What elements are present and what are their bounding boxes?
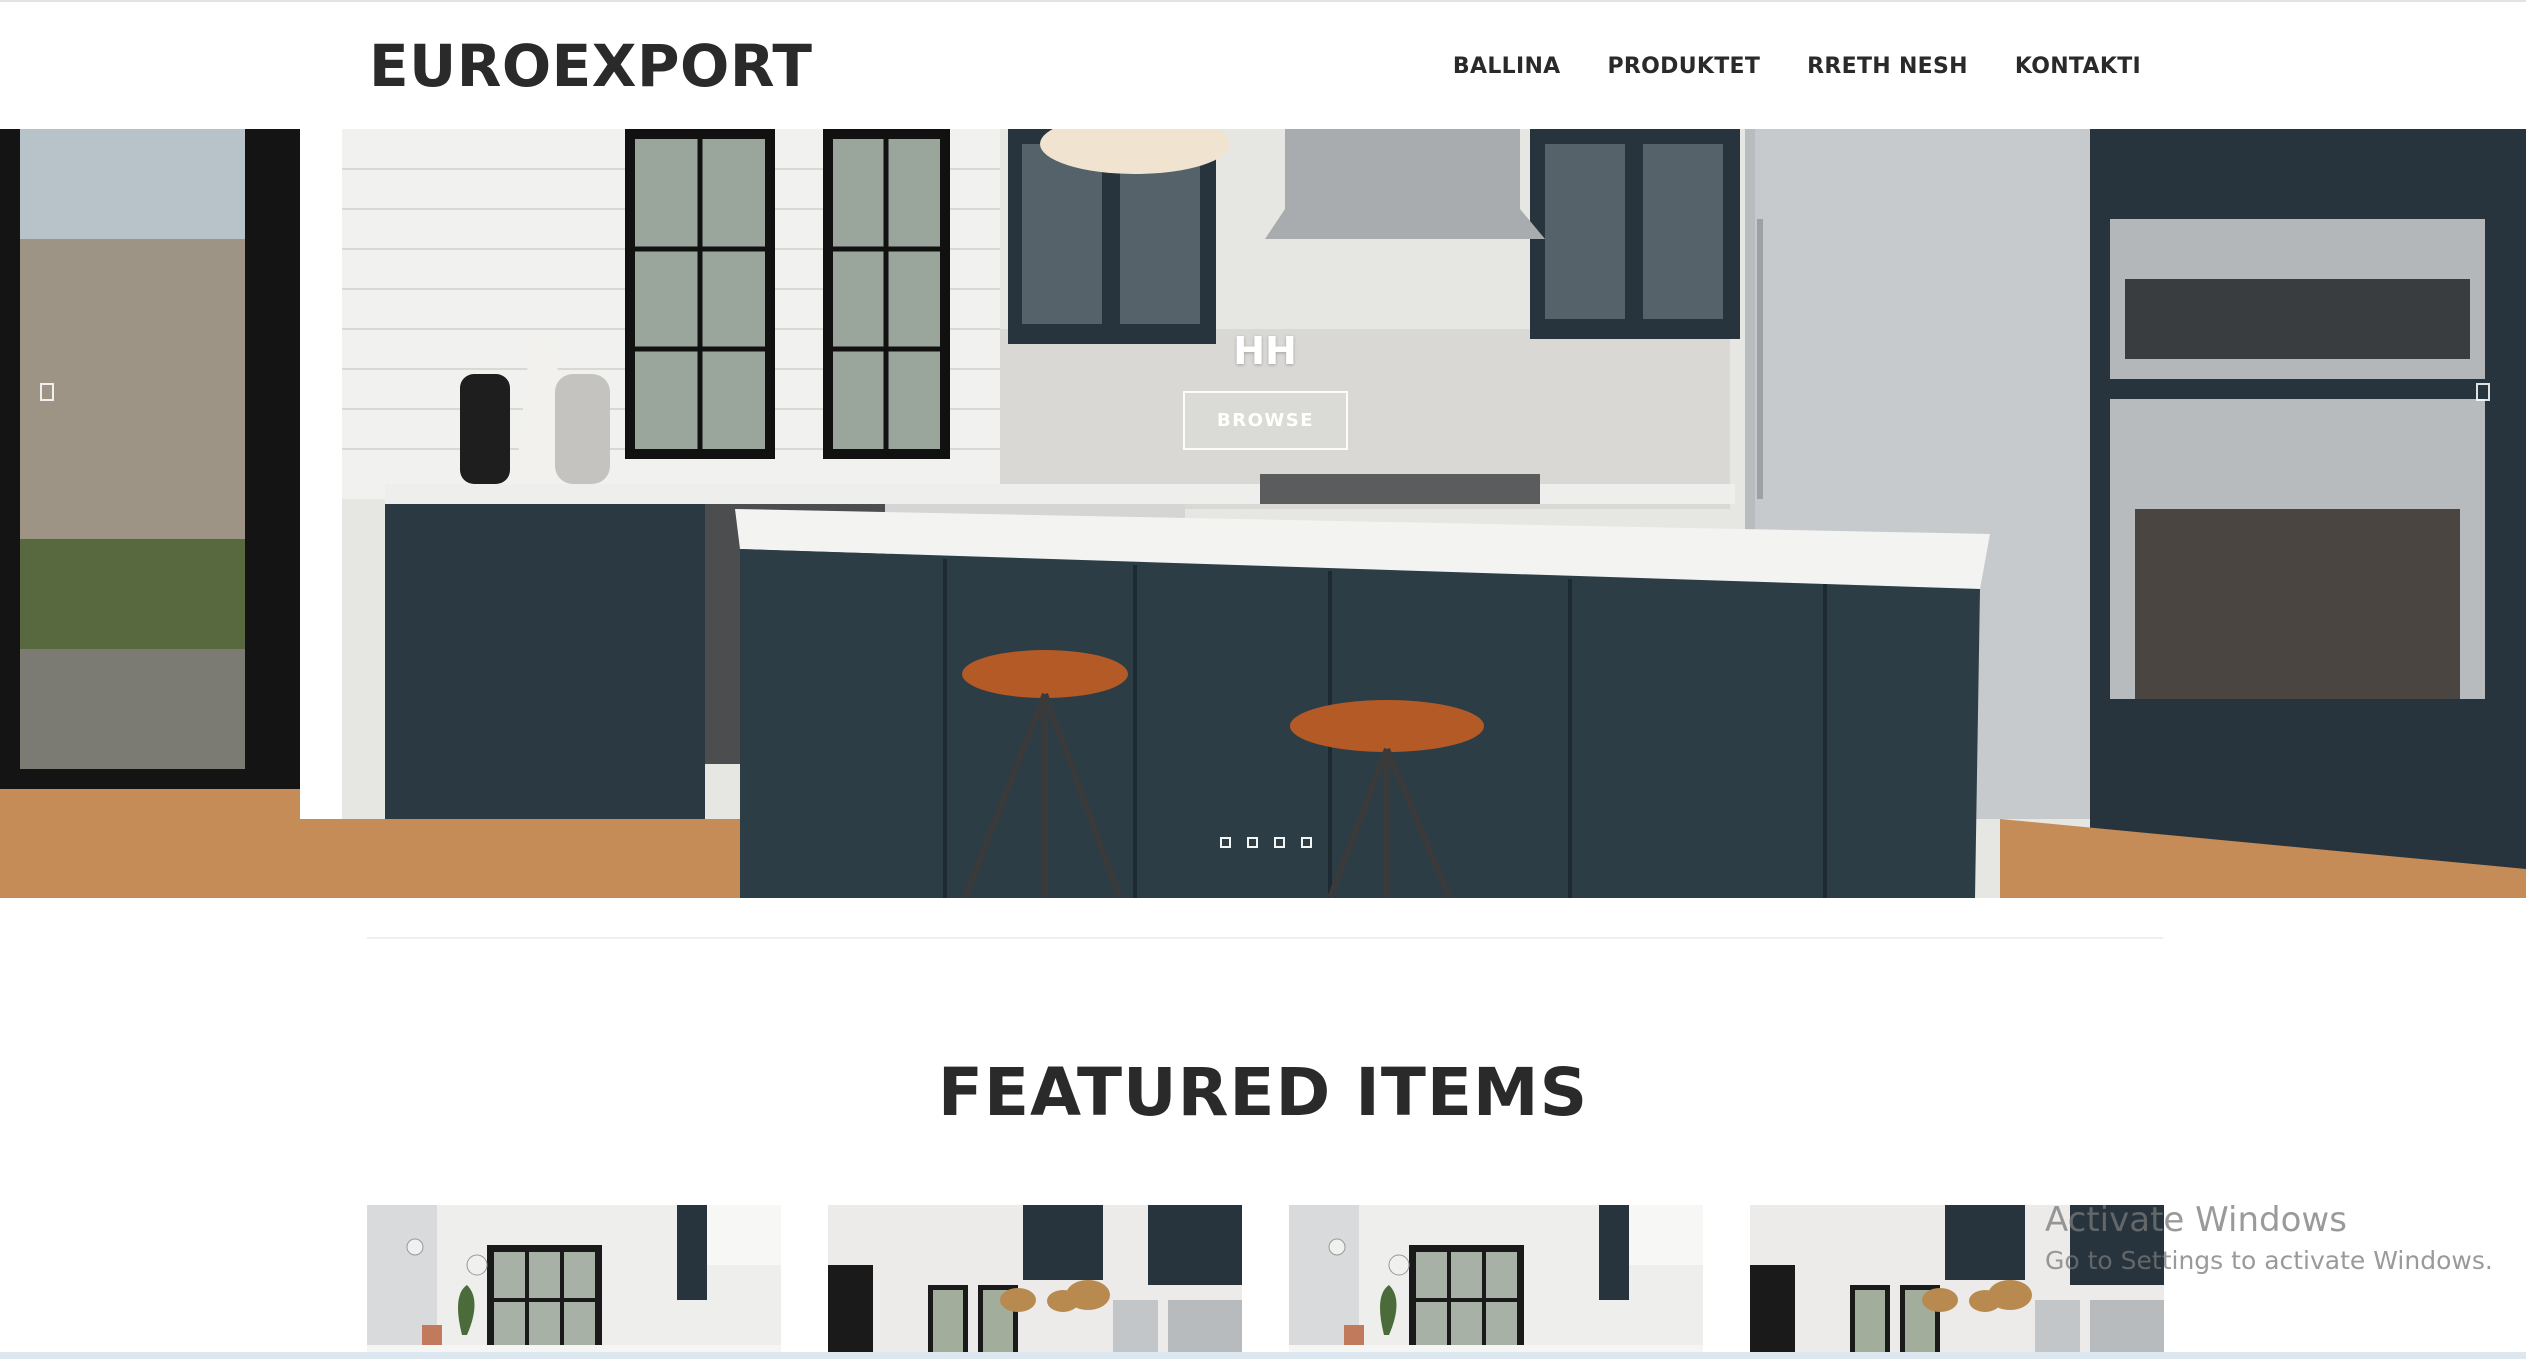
site-logo[interactable]: EUROEXPORT: [369, 32, 812, 100]
main-nav: BALLINA PRODUKTET RRETH NESH KONTAKTI: [1406, 54, 2141, 79]
slider-prev-button[interactable]: [40, 383, 54, 401]
bright-kitchen-image: [367, 1205, 781, 1359]
nav-link-produktet[interactable]: PRODUKTET: [1607, 54, 1760, 79]
taskbar-edge: [0, 1352, 2526, 1359]
watermark-title: Activate Windows: [2045, 1200, 2347, 1240]
slider-dots: [1220, 837, 1312, 848]
slider-dot[interactable]: [1247, 837, 1258, 848]
hero-kitchen-image: [0, 129, 2526, 898]
slider-dot[interactable]: [1301, 837, 1312, 848]
nav-link-kontakti[interactable]: KONTAKTI: [2015, 54, 2141, 79]
nav-link-rreth-nesh[interactable]: RRETH NESH: [1807, 54, 1968, 79]
slider-dot[interactable]: [1274, 837, 1285, 848]
watermark-subtitle: Go to Settings to activate Windows.: [2045, 1246, 2493, 1275]
featured-item-card[interactable]: [1289, 1205, 1703, 1359]
dark-cabinet-kitchen-image: [828, 1205, 1242, 1359]
section-divider: [367, 937, 2163, 939]
nav-link-ballina[interactable]: BALLINA: [1453, 54, 1561, 79]
hero-slider: HH BROWSE: [0, 129, 2526, 898]
bright-kitchen-image: [1289, 1205, 1703, 1359]
featured-item-card[interactable]: [828, 1205, 1242, 1359]
browse-button[interactable]: BROWSE: [1183, 391, 1348, 450]
hero-title: HH: [1233, 329, 1297, 373]
slider-next-button[interactable]: [2476, 383, 2490, 401]
site-header: EUROEXPORT BALLINA PRODUKTET RRETH NESH …: [0, 2, 2526, 129]
windows-activation-watermark: Activate Windows Go to Settings to activ…: [2045, 1200, 2493, 1275]
featured-item-card[interactable]: [367, 1205, 781, 1359]
slider-dot[interactable]: [1220, 837, 1231, 848]
featured-items-title: FEATURED ITEMS: [937, 1054, 1589, 1131]
